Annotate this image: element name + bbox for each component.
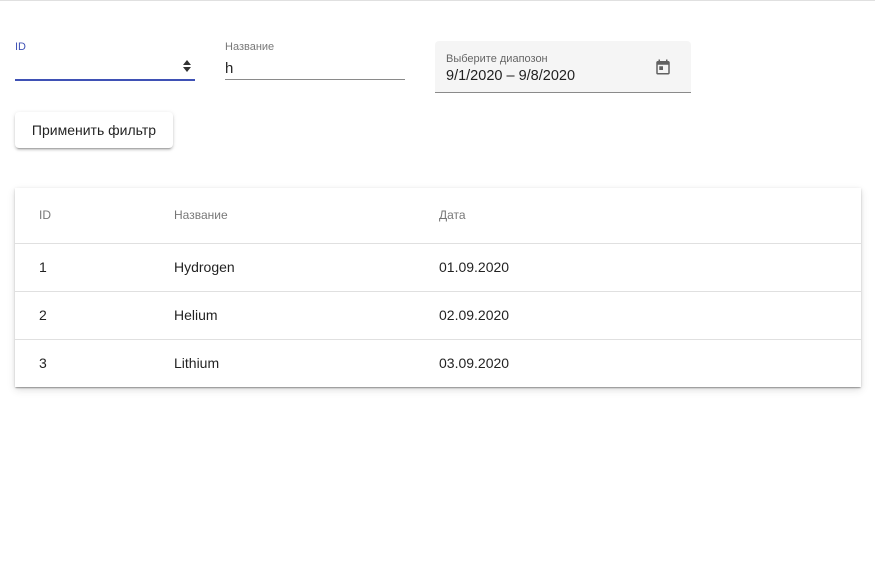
id-filter-underline — [15, 79, 195, 81]
number-spinner-icon[interactable] — [181, 58, 193, 74]
id-filter-label: ID — [15, 41, 26, 53]
row-date-cell: 03.09.2020 — [439, 355, 510, 371]
column-header-date[interactable]: Дата — [439, 208, 466, 222]
date-range-value[interactable]: 9/1/2020 – 9/8/2020 — [446, 67, 575, 85]
date-range-label: Выберите диапозон — [446, 53, 548, 65]
name-filter-underline — [225, 79, 405, 80]
name-filter-label: Название — [225, 41, 275, 53]
column-header-id[interactable]: ID — [39, 208, 51, 222]
row-name-cell: Hydrogen — [174, 259, 235, 275]
date-range-underline — [435, 92, 691, 93]
row-date-cell: 01.09.2020 — [439, 259, 510, 275]
row-id-cell: 2 — [39, 307, 47, 323]
date-range-field[interactable]: Выберите диапозон 9/1/2020 – 9/8/2020 — [435, 41, 691, 93]
row-name-cell: Lithium — [174, 355, 220, 371]
table-row[interactable]: 2 Helium 02.09.2020 — [15, 292, 861, 340]
top-divider — [0, 0, 875, 1]
data-table: ID Название Дата 1 Hydrogen 01.09.2020 2… — [15, 188, 861, 387]
calendar-icon[interactable] — [654, 58, 672, 76]
row-id-cell: 1 — [39, 259, 47, 275]
spinner-up-arrow[interactable] — [183, 60, 191, 65]
table-header-row: ID Название Дата — [15, 188, 861, 244]
spinner-down-arrow[interactable] — [183, 67, 191, 72]
row-date-cell: 02.09.2020 — [439, 307, 510, 323]
row-id-cell: 3 — [39, 355, 47, 371]
name-filter-input[interactable] — [225, 58, 405, 78]
id-filter-field[interactable]: ID — [15, 38, 195, 82]
row-name-cell: Helium — [174, 307, 218, 323]
apply-filter-button[interactable]: Применить фильтр — [15, 112, 173, 148]
table-row[interactable]: 3 Lithium 03.09.2020 — [15, 340, 861, 387]
table-row[interactable]: 1 Hydrogen 01.09.2020 — [15, 244, 861, 292]
name-filter-field[interactable]: Название — [225, 38, 405, 82]
id-filter-input[interactable] — [15, 58, 175, 78]
column-header-name[interactable]: Название — [174, 208, 228, 222]
